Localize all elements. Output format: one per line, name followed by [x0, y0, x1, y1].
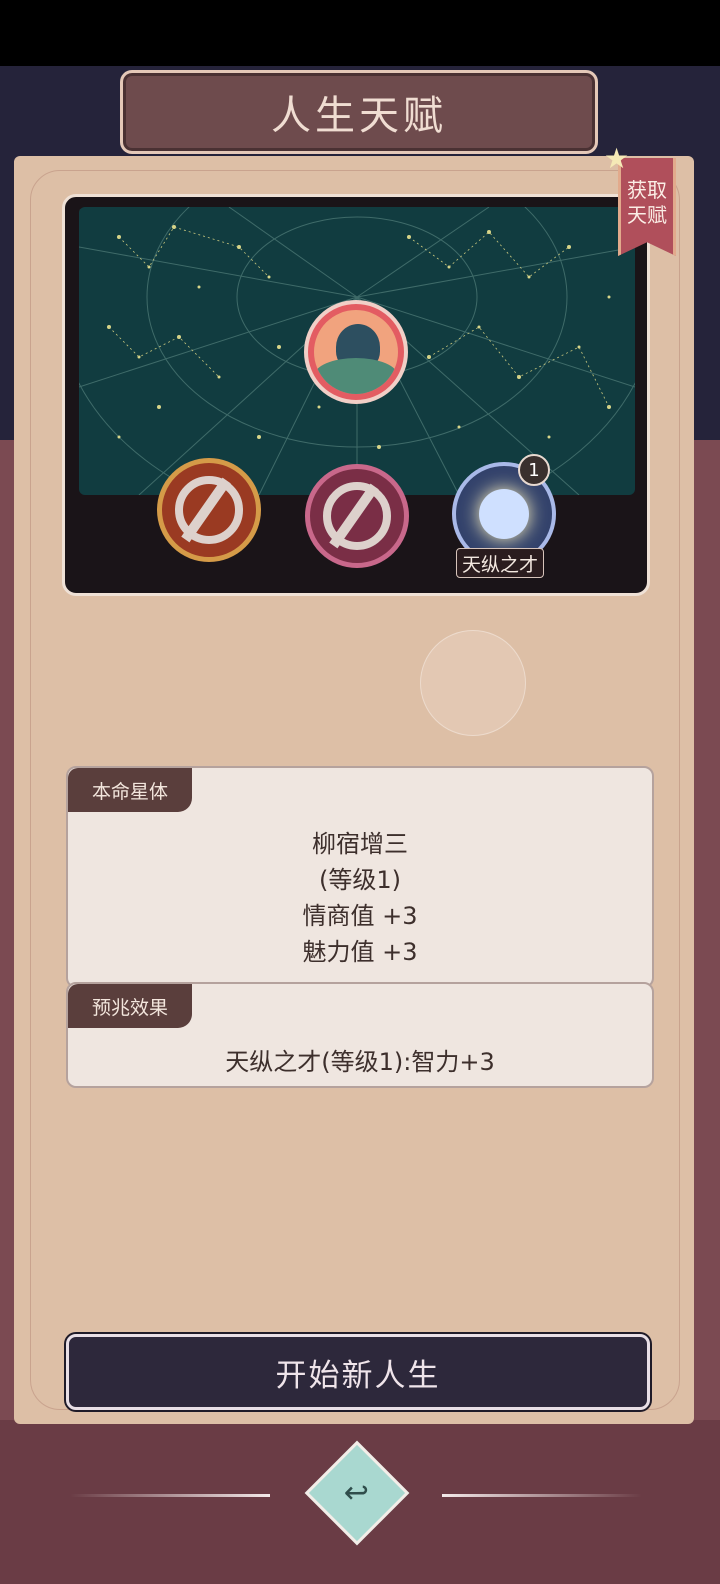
page-title: 人生天赋	[271, 93, 447, 139]
destiny-line: 魅力值 +3	[302, 938, 418, 966]
game-screen: 人生天赋 1 天纵之才 获取 天赋 ★ 本命星体 柳宿增三 (等级1) 情商值 …	[0, 0, 720, 1584]
omen-effect-text: 天纵之才(等级1):智力+3	[225, 1048, 495, 1076]
orbit-orb-icon	[479, 489, 529, 539]
talent-slot-1[interactable]	[157, 458, 261, 562]
empty-slot-icon	[323, 482, 391, 550]
talent-slot-2[interactable]	[305, 464, 409, 568]
ribbon-label-line1: 获取	[627, 178, 667, 202]
ribbon-label-line2: 天赋	[627, 203, 667, 227]
empty-slot-icon	[175, 476, 243, 544]
divider-right	[442, 1494, 642, 1497]
destiny-line: (等级1)	[319, 866, 401, 894]
constellation-emblem	[314, 310, 398, 394]
emblem-leaf	[314, 358, 398, 394]
sparkle-star-icon: ★	[604, 142, 630, 175]
start-button-label: 开始新人生	[275, 1357, 441, 1394]
status-bar	[0, 0, 720, 66]
talent-count-badge: 1	[518, 454, 550, 486]
zodiac-constellation-icon[interactable]	[304, 300, 408, 404]
back-arrow-icon: ↩	[344, 1475, 370, 1511]
destiny-line: 柳宿增三	[312, 830, 408, 858]
destiny-tab-label: 本命星体	[68, 768, 192, 812]
page-title-plate: 人生天赋	[120, 70, 598, 154]
omen-tab-label: 预兆效果	[68, 984, 192, 1028]
talent-name-label: 天纵之才	[456, 548, 544, 578]
divider-left	[70, 1494, 270, 1497]
destiny-details: 柳宿增三 (等级1) 情商值 +3 魅力值 +3	[66, 826, 654, 970]
floating-bubble	[420, 630, 526, 736]
destiny-line: 情商值 +3	[302, 902, 418, 930]
start-new-life-button[interactable]: 开始新人生	[66, 1334, 650, 1410]
